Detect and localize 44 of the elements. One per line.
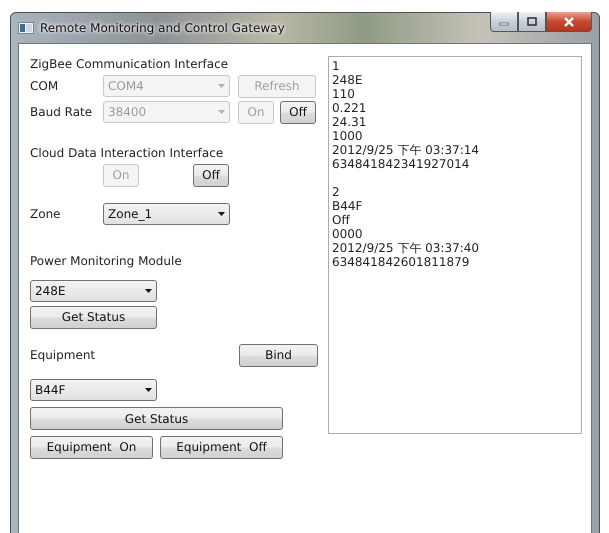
dropdown-arrow-icon — [218, 110, 225, 114]
dropdown[interactable]: Zone_1 — [103, 203, 230, 225]
section-title: Equipment — [30, 348, 96, 362]
section-title: Power Monitoring Module — [30, 254, 182, 268]
log-line: 1 — [332, 59, 341, 73]
log-line: 248E — [332, 73, 364, 87]
minimize-button[interactable] — [490, 12, 518, 32]
log-line: B44F — [332, 199, 364, 213]
dropdown[interactable]: B44F — [30, 379, 157, 401]
log-line: 0.221 — [332, 101, 368, 115]
log-line: 1000 — [332, 129, 364, 143]
off-button[interactable]: Off — [193, 164, 229, 186]
dropdown-arrow-icon — [218, 212, 225, 216]
bind-button[interactable]: Bind — [239, 344, 318, 366]
field-label: Baud Rate — [30, 105, 94, 119]
dropdown-arrow-icon — [145, 289, 152, 293]
log-textbox[interactable]: 1 248E 110 0.221 24.31 1000 2012/9/25 下午 03:37:14 634841842341927014 2 B44F Off 0000 2012/9/25 下午 03:37:40 634841842601811879 — [328, 56, 582, 434]
get-status-button[interactable]: Get Status — [30, 306, 157, 328]
section-title: Cloud Data Interaction Interface — [30, 146, 224, 160]
dropdown[interactable]: 248E — [30, 280, 157, 302]
get-status-button[interactable]: Get Status — [30, 407, 283, 430]
dropdown-arrow-icon — [145, 388, 152, 392]
field-label: Zone — [30, 207, 62, 221]
log-line: 110 — [332, 87, 356, 101]
equipment-off-button[interactable]: Equipment Off — [160, 436, 283, 458]
log-line: 2012/9/25 下午 03:37:40 — [332, 241, 480, 255]
dropdown-arrow-icon — [218, 84, 225, 88]
maximize-icon — [527, 17, 537, 26]
field-label: COM — [30, 79, 60, 93]
maximize-button[interactable] — [518, 12, 546, 32]
app-icon — [18, 22, 34, 34]
equipment-on-button[interactable]: Equipment On — [30, 436, 153, 458]
log-line: 634841842601811879 — [332, 255, 470, 269]
section-title: ZigBee Communication Interface — [30, 57, 228, 71]
log-line: 24.31 — [332, 115, 368, 129]
close-icon — [563, 16, 575, 26]
log-line: 0000 — [332, 227, 364, 241]
close-button[interactable] — [546, 12, 592, 32]
log-line: 2012/9/25 下午 03:37:14 — [332, 143, 480, 157]
window-title: Remote Monitoring and Control Gateway — [40, 21, 285, 35]
log-line: Off — [332, 213, 351, 227]
log-line: 2 — [332, 185, 341, 199]
off-button[interactable]: Off — [280, 100, 316, 124]
log-line: 634841842341927014 — [332, 157, 470, 171]
